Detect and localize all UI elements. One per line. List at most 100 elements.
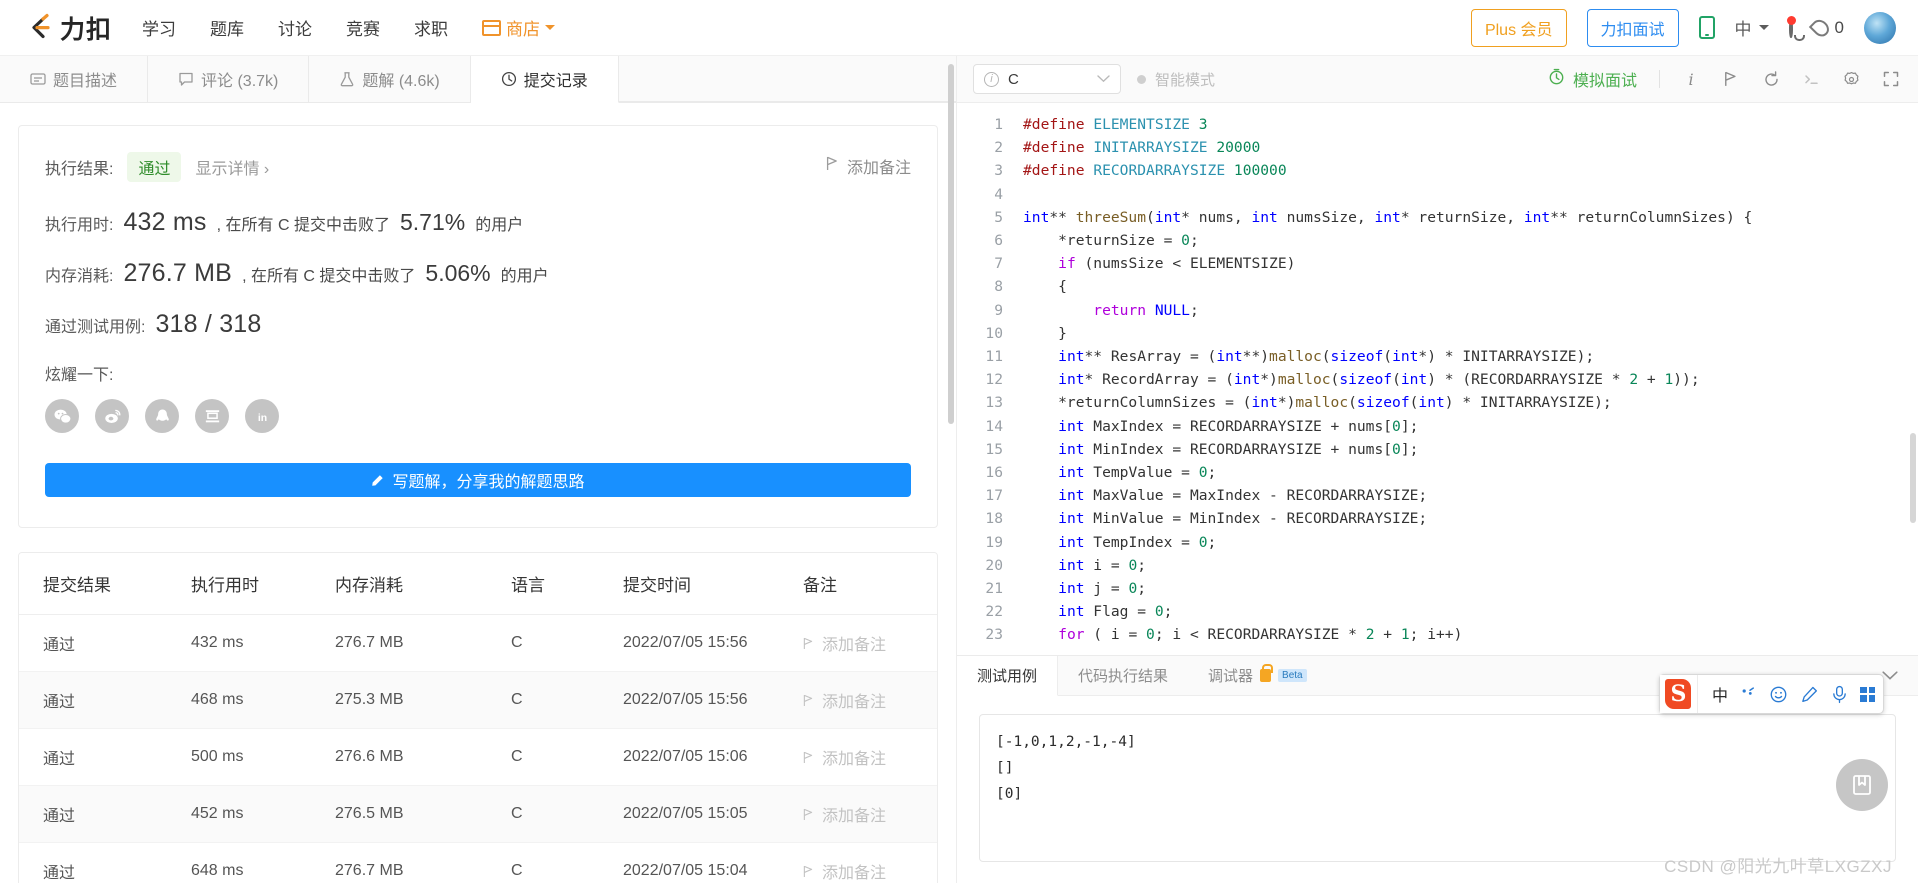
row-add-note-button[interactable]: 添加备注: [803, 688, 927, 712]
table-row[interactable]: 通过 452 ms 276.5 MB C 2022/07/05 15:05 添加…: [19, 785, 937, 843]
nav-item-jobs[interactable]: 求职: [414, 15, 448, 40]
flag-icon: [803, 637, 813, 649]
code-editor-scroll[interactable]: 1 #define ELEMENTSIZE 3 2 #define INITARRAY…: [957, 103, 1918, 655]
left-panel-scrollbar[interactable]: [948, 64, 954, 424]
ime-mode-toggle[interactable]: 中: [1712, 682, 1728, 706]
submission-result-card: 添加备注 执行结果: 通过 显示详情 › 执行用时: 432 ms , 在所有 …: [18, 125, 938, 528]
row-note-cell[interactable]: 添加备注: [803, 671, 937, 729]
table-header-row: 提交结果 执行用时 内存消耗 语言 提交时间 备注: [19, 553, 937, 615]
table-row[interactable]: 通过 648 ms 276.7 MB C 2022/07/05 15:04 添加…: [19, 842, 937, 883]
nav-item-contest[interactable]: 竞赛: [346, 15, 380, 40]
ime-floating-toolbar[interactable]: S 中: [1658, 674, 1884, 714]
tab-testcase[interactable]: 测试用例: [957, 656, 1059, 696]
add-note-button[interactable]: 添加备注: [826, 154, 911, 178]
voice-icon[interactable]: [1831, 685, 1848, 704]
tab-description[interactable]: 题目描述: [0, 56, 149, 102]
row-add-note-button[interactable]: 添加备注: [803, 802, 927, 826]
left-panel-scroll-body[interactable]: 添加备注 执行结果: 通过 显示详情 › 执行用时: 432 ms , 在所有 …: [0, 103, 956, 883]
notebook-float-button[interactable]: [1836, 759, 1888, 811]
console-icon[interactable]: [1802, 70, 1820, 88]
apps-icon[interactable]: [1860, 686, 1875, 702]
tab-submissions[interactable]: 提交记录: [470, 56, 619, 103]
table-row[interactable]: 通过 432 ms 276.7 MB C 2022/07/05 15:56 添加…: [19, 614, 937, 672]
show-details-link[interactable]: 显示详情 ›: [195, 155, 269, 179]
qq-icon[interactable]: [145, 399, 179, 433]
nav-item-store[interactable]: 商店: [482, 15, 556, 40]
row-note-cell[interactable]: 添加备注: [803, 842, 937, 883]
row-add-note-label: 添加备注: [822, 694, 887, 711]
line-number: 6: [994, 232, 1003, 250]
row-add-note-button[interactable]: 添加备注: [803, 745, 927, 769]
code-line: 21 int j = 0;: [957, 577, 1918, 600]
emoji-icon[interactable]: [1769, 685, 1788, 704]
stopwatch-icon: [1548, 68, 1565, 90]
code-editor-scrollbar[interactable]: [1910, 433, 1916, 523]
row-status[interactable]: 通过: [19, 728, 191, 786]
table-row[interactable]: 通过 468 ms 275.3 MB C 2022/07/05 15:56 添加…: [19, 671, 937, 729]
line-number: 9: [994, 301, 1003, 319]
plus-membership-button[interactable]: Plus 会员: [1470, 8, 1567, 47]
brand-logo[interactable]: 力扣: [24, 10, 112, 46]
language-select[interactable]: i C: [973, 64, 1121, 94]
nav-item-discuss[interactable]: 讨论: [278, 15, 312, 40]
testcase-line: []: [996, 760, 1014, 776]
code-editor[interactable]: 1 #define ELEMENTSIZE 3 2 #define INITARRAY…: [957, 103, 1918, 655]
nav-item-study[interactable]: 学习: [142, 15, 176, 40]
smart-mode-toggle[interactable]: 智能模式: [1137, 69, 1215, 90]
row-status[interactable]: 通过: [19, 614, 191, 672]
line-number: 2: [994, 139, 1003, 157]
weibo-icon[interactable]: [95, 399, 129, 433]
row-note-cell[interactable]: 添加备注: [803, 785, 937, 843]
mobile-app-icon[interactable]: [1698, 16, 1715, 39]
info-icon[interactable]: i: [1682, 70, 1700, 89]
language-switcher[interactable]: 中: [1735, 15, 1769, 40]
row-add-note-button[interactable]: 添加备注: [803, 859, 927, 883]
nav-item-problems[interactable]: 题库: [210, 15, 244, 40]
memory-percent: 5.06%: [425, 260, 491, 286]
coin-count: 0: [1834, 17, 1844, 37]
mock-interview-button[interactable]: 力扣面试: [1586, 8, 1679, 47]
result-label: 执行结果:: [45, 161, 114, 178]
tab-solutions[interactable]: 题解 (4.6k): [309, 56, 471, 102]
tab-comments[interactable]: 评论 (3.7k): [148, 56, 310, 102]
memory-label: 内存消耗:: [45, 268, 114, 285]
mock-interview-entry[interactable]: 模拟面试: [1548, 67, 1637, 91]
line-number: 20: [985, 556, 1003, 574]
column-header-note: 备注: [803, 553, 937, 615]
notifications-button[interactable]: [1786, 15, 1796, 38]
wechat-icon[interactable]: [45, 399, 79, 433]
testcase-line: [0]: [996, 786, 1023, 802]
main-split-layout: 题目描述 评论 (3.7k) 题解 (4.6k) 提交记录 添加备注 执行结果:…: [0, 56, 1918, 883]
line-number: 1: [994, 116, 1003, 133]
flag-icon[interactable]: [1722, 70, 1740, 88]
editor-toolbar-right: 模拟面试 i: [1548, 67, 1900, 91]
row-note-cell[interactable]: 添加备注: [803, 614, 937, 672]
linkedin-icon[interactable]: in: [245, 399, 279, 433]
tab-debugger-label: 调试器: [1208, 668, 1254, 685]
row-time: 2022/07/05 15:05: [623, 785, 803, 843]
chevron-down-icon: [545, 25, 556, 30]
row-status[interactable]: 通过: [19, 785, 191, 843]
avatar[interactable]: [1864, 11, 1896, 44]
row-status[interactable]: 通过: [19, 842, 191, 883]
tab-debugger[interactable]: 调试器 Beta: [1188, 656, 1327, 695]
coin-balance[interactable]: 0: [1808, 15, 1844, 40]
fullscreen-icon[interactable]: [1882, 70, 1900, 88]
code-content[interactable]: 1 #define ELEMENTSIZE 3 2 #define INITARRAY…: [957, 103, 1918, 655]
tab-submissions-label: 提交记录: [523, 73, 588, 90]
settings-icon[interactable]: [1842, 70, 1860, 88]
row-runtime: 468 ms: [191, 671, 335, 729]
tab-execution-result[interactable]: 代码执行结果: [1058, 656, 1188, 695]
punctuation-icon[interactable]: [1740, 686, 1757, 703]
reset-icon[interactable]: [1762, 70, 1780, 88]
row-note-cell[interactable]: 添加备注: [803, 728, 937, 786]
handwriting-icon[interactable]: [1800, 685, 1819, 704]
coin-icon: [1808, 15, 1832, 40]
row-add-note-button[interactable]: 添加备注: [803, 631, 927, 655]
testcase-input[interactable]: [-1,0,1,2,-1,-4] [] [0]: [979, 714, 1896, 862]
table-row[interactable]: 通过 500 ms 276.6 MB C 2022/07/05 15:06 添加…: [19, 728, 937, 786]
write-solution-button[interactable]: 写题解，分享我的解题思路: [45, 463, 911, 497]
douban-icon[interactable]: [195, 399, 229, 433]
row-status[interactable]: 通过: [19, 671, 191, 729]
sogou-logo-icon[interactable]: S: [1659, 675, 1698, 713]
